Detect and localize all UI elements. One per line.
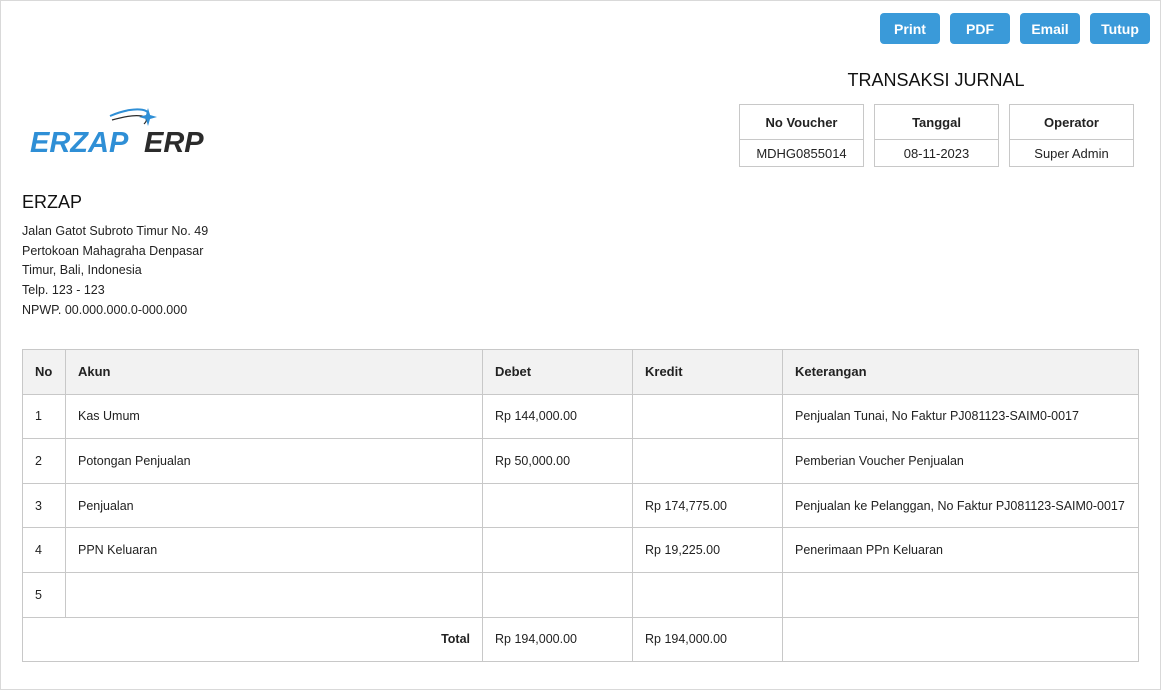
operator-label: Operator xyxy=(1010,105,1133,140)
total-kredit: Rp 194,000.00 xyxy=(632,616,783,663)
company-name: ERZAP xyxy=(22,192,83,212)
cell-debet: Rp 144,000.00 xyxy=(482,393,633,440)
cell-akun: Potongan Penjualan xyxy=(65,438,483,484)
cell-no: 4 xyxy=(22,527,66,573)
document-title: TRANSAKSI JURNAL xyxy=(847,70,1025,90)
voucher-label: No Voucher xyxy=(740,105,863,140)
header-kredit: Kredit xyxy=(632,349,783,395)
address-line: Pertokoan Mahagraha Denpasar xyxy=(22,243,204,258)
cell-akun: Penjualan xyxy=(65,482,483,529)
total-row: Total Rp 194,000.00 Rp 194,000.00 xyxy=(22,616,1139,663)
cell-no: 5 xyxy=(22,571,66,618)
table-row: 4 PPN Keluaran Rp 19,225.00 Penerimaan P… xyxy=(22,527,1139,573)
cell-no: 1 xyxy=(22,393,66,440)
operator-value: Super Admin xyxy=(1034,145,1109,161)
pdf-button[interactable]: PDF xyxy=(950,13,1010,44)
cell-keterangan: Pemberian Voucher Penjualan xyxy=(782,438,1139,484)
cell-kredit xyxy=(632,438,783,484)
phone-line: Telp. 123 - 123 xyxy=(22,283,105,298)
cell-kredit: Rp 19,225.00 xyxy=(632,527,783,573)
date-label: Tanggal xyxy=(875,105,998,140)
cell-debet: Rp 50,000.00 xyxy=(482,438,633,484)
cell-keterangan: Penjualan ke Pelanggan, No Faktur PJ0811… xyxy=(782,482,1139,529)
voucher-box: No Voucher MDHG0855014 xyxy=(739,104,864,167)
header-keterangan: Keterangan xyxy=(782,349,1139,395)
email-button[interactable]: Email xyxy=(1020,13,1080,44)
logo-star xyxy=(139,108,157,126)
logo-text-erp: ERP xyxy=(144,127,204,159)
cell-debet xyxy=(482,482,633,529)
total-keterangan xyxy=(782,616,1139,663)
cell-no: 3 xyxy=(22,482,66,529)
voucher-value: MDHG0855014 xyxy=(756,145,847,161)
cell-kredit xyxy=(632,393,783,440)
cell-akun: Kas Umum xyxy=(65,393,483,440)
header-akun: Akun xyxy=(65,349,483,395)
cell-kredit: Rp 174,775.00 xyxy=(632,482,783,529)
cell-keterangan xyxy=(782,571,1139,618)
cell-keterangan: Penjualan Tunai, No Faktur PJ081123-SAIM… xyxy=(782,393,1139,440)
cell-akun xyxy=(65,571,483,618)
cell-keterangan: Penerimaan PPn Keluaran xyxy=(782,527,1139,573)
company-info: ERZAP Jalan Gatot Subroto Timur No. 49 P… xyxy=(22,192,208,321)
header-debet: Debet xyxy=(482,349,633,395)
cell-debet xyxy=(482,571,633,618)
header-no: No xyxy=(22,349,66,395)
voucher-meta: No Voucher MDHG0855014 Tanggal 08-11-202… xyxy=(739,104,1134,167)
address-line: Timur, Bali, Indonesia xyxy=(22,263,142,278)
table-row: 5 xyxy=(22,571,1139,618)
npwp-line: NPWP. 00.000.000.0-000.000 xyxy=(22,302,188,317)
print-button[interactable]: Print xyxy=(880,13,940,44)
table-row: 3 Penjualan Rp 174,775.00 Penjualan ke P… xyxy=(22,482,1139,529)
total-label: Total xyxy=(22,616,483,663)
cell-no: 2 xyxy=(22,438,66,484)
date-value: 08-11-2023 xyxy=(903,145,970,161)
total-debet: Rp 194,000.00 xyxy=(482,616,633,663)
address-line: Jalan Gatot Subroto Timur No. 49 xyxy=(22,224,209,238)
logo-text-erzap: ERZAP xyxy=(30,127,129,159)
close-button[interactable]: Tutup xyxy=(1090,13,1150,44)
cell-akun: PPN Keluaran xyxy=(65,527,483,573)
operator-box: Operator Super Admin xyxy=(1009,104,1134,167)
toolbar: Print PDF Email Tutup xyxy=(880,13,1150,44)
table-row: 1 Kas Umum Rp 144,000.00 Penjualan Tunai… xyxy=(22,393,1139,440)
erzap-erp-logo: ERZAP ERP xyxy=(30,108,204,159)
date-box: Tanggal 08-11-2023 xyxy=(874,104,999,167)
journal-table: No Akun Debet Kredit Keterangan 1 Kas Um… xyxy=(22,349,1139,663)
cell-kredit xyxy=(632,571,783,618)
table-header-row: No Akun Debet Kredit Keterangan xyxy=(22,349,1139,395)
table-row: 2 Potongan Penjualan Rp 50,000.00 Pember… xyxy=(22,438,1139,484)
cell-debet xyxy=(482,527,633,573)
